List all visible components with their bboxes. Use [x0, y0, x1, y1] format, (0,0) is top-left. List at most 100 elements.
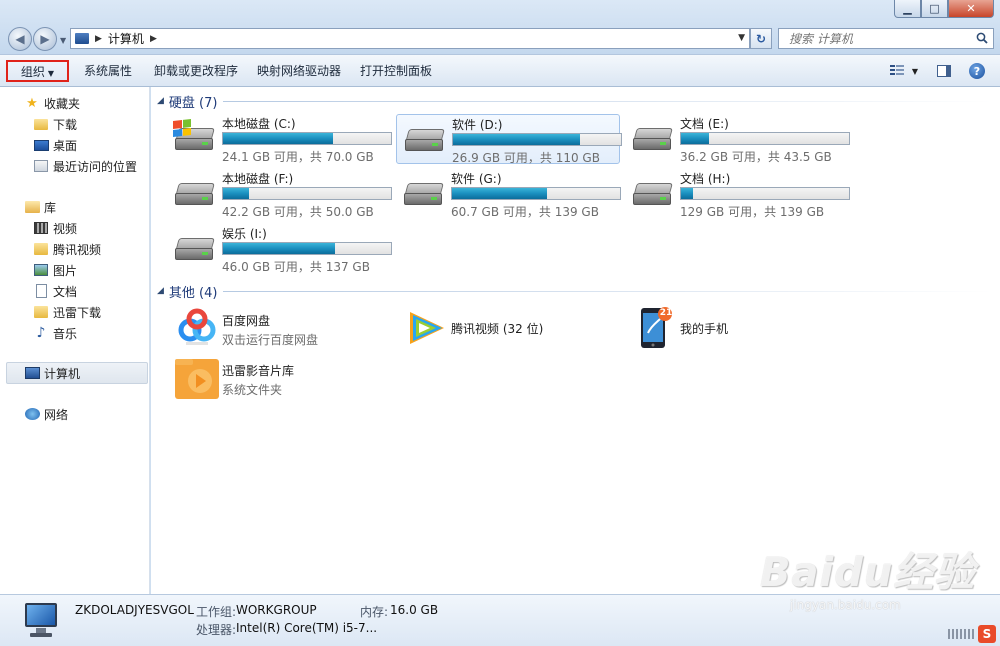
back-arrow-icon: ◀	[15, 32, 25, 46]
drive-item[interactable]: 本地磁盘 (F:) 42.2 GB 可用，共 50.0 GB	[167, 169, 392, 219]
other-item-baidu-netdisk[interactable]: 百度网盘 双击运行百度网盘	[167, 306, 391, 350]
star-icon: ★	[26, 95, 38, 111]
drive-space-info: 42.2 GB 可用，共 50.0 GB	[222, 205, 374, 219]
drive-item[interactable]: 软件 (D:) 26.9 GB 可用，共 110 GB	[396, 114, 622, 165]
drive-name: 文档 (H:)	[680, 172, 731, 186]
sidebar-item-label: 图片	[53, 263, 78, 278]
drive-space-info: 46.0 GB 可用，共 137 GB	[222, 260, 370, 274]
drive-usage-fill	[681, 133, 710, 144]
sidebar-item-documents[interactable]: 文档	[33, 281, 77, 301]
hard-drive-icon	[404, 183, 444, 209]
pictures-icon	[34, 264, 48, 276]
drive-name: 文档 (E:)	[680, 117, 729, 131]
forward-button[interactable]: ▶	[33, 27, 57, 51]
collapse-triangle-icon[interactable]: ◢	[157, 96, 164, 106]
drive-item[interactable]: 本地磁盘 (C:) 24.1 GB 可用，共 70.0 GB	[167, 114, 392, 164]
sidebar-item-downloads[interactable]: 下载	[33, 114, 77, 134]
other-item-description: 系统文件夹	[222, 383, 283, 397]
view-details-icon	[889, 65, 904, 77]
sogou-ime-icon[interactable]: S	[978, 625, 996, 643]
map-network-drive-button[interactable]: 映射网络驱动器	[257, 60, 341, 82]
search-icon[interactable]	[976, 32, 988, 44]
drive-item[interactable]: 文档 (H:) 129 GB 可用，共 139 GB	[625, 169, 850, 219]
preview-pane-button[interactable]	[936, 61, 952, 81]
group-header-hard-drives[interactable]: ◢ 硬盘 (7)	[157, 91, 993, 111]
group-divider	[223, 100, 993, 102]
drive-usage-fill	[681, 188, 694, 199]
collapse-triangle-icon[interactable]: ◢	[157, 286, 164, 296]
sidebar-item-videos[interactable]: 视频	[33, 218, 77, 238]
sidebar-item-computer[interactable]: 计算机	[24, 363, 80, 383]
thunder-folder-icon	[34, 306, 48, 318]
processor-value: Intel(R) Core(TM) i5-7...	[236, 621, 378, 635]
other-item-tencent-video[interactable]: 腾讯视频 (32 位)	[396, 306, 620, 350]
other-item-name: 腾讯视频 (32 位)	[451, 322, 544, 336]
drive-space-info: 129 GB 可用，共 139 GB	[680, 205, 825, 219]
open-control-panel-button[interactable]: 打开控制面板	[360, 60, 432, 82]
baidu-netdisk-icon	[178, 308, 216, 345]
sidebar-item-favorites[interactable]: ★ 收藏夹	[24, 93, 80, 113]
window-controls: ▁ □ ✕	[894, 0, 994, 18]
computer-small-icon	[75, 33, 89, 44]
organize-label: 组织	[20, 65, 45, 79]
recent-places-icon	[34, 160, 48, 172]
sidebar-item-desktop[interactable]: 桌面	[33, 135, 77, 155]
breadcrumb-chevron-icon[interactable]: ▶	[150, 34, 157, 44]
organize-menu-button[interactable]: 组织 ▼	[6, 60, 69, 82]
help-icon: ?	[969, 63, 985, 79]
sidebar-item-network[interactable]: 网络	[24, 404, 68, 424]
system-drive-icon	[173, 119, 215, 154]
uninstall-program-button[interactable]: 卸载或更改程序	[154, 60, 238, 82]
drive-space-info: 24.1 GB 可用，共 70.0 GB	[222, 150, 374, 164]
sidebar-item-pictures[interactable]: 图片	[33, 260, 77, 280]
recent-pages-dropdown[interactable]: ▼	[60, 36, 66, 45]
breadcrumb-computer[interactable]: 计算机	[108, 30, 144, 47]
hard-drive-icon	[405, 129, 445, 155]
sidebar-item-tencent-video[interactable]: 腾讯视频	[33, 239, 101, 259]
drive-item[interactable]: 软件 (G:) 60.7 GB 可用，共 139 GB	[396, 169, 621, 219]
address-history-dropdown[interactable]: ▼	[738, 33, 745, 43]
music-note-icon: ♪	[36, 325, 46, 341]
hard-drive-icon	[633, 183, 673, 209]
workgroup-value: WORKGROUP	[236, 603, 317, 617]
other-item-name: 百度网盘	[222, 314, 271, 328]
system-properties-button[interactable]: 系统属性	[84, 60, 132, 82]
sidebar-item-libraries[interactable]: 库	[24, 197, 56, 217]
tencent-video-folder-icon	[34, 243, 48, 255]
sidebar-item-music[interactable]: ♪ 音乐	[33, 323, 77, 343]
content-pane: ◢ 硬盘 (7) 本地磁盘 (C:) 24.1 GB 可用，共 70.0 GB 软件…	[151, 87, 1000, 594]
documents-icon	[35, 284, 47, 298]
drive-name: 本地磁盘 (F:)	[222, 172, 294, 186]
refresh-button[interactable]: ↻	[750, 28, 772, 49]
group-divider	[223, 290, 993, 292]
view-dropdown-icon[interactable]: ▼	[912, 67, 918, 76]
library-icon	[24, 201, 40, 213]
change-view-button[interactable]: ▼	[886, 61, 922, 81]
help-button[interactable]: ?	[968, 61, 986, 81]
maximize-button[interactable]: □	[921, 0, 948, 18]
breadcrumb-separator-icon[interactable]: ▶	[95, 34, 102, 44]
search-box[interactable]	[778, 28, 994, 49]
drive-usage-fill	[223, 188, 250, 199]
sidebar-item-thunder-downloads[interactable]: 迅雷下载	[33, 302, 101, 322]
search-input[interactable]	[779, 29, 969, 48]
other-item-thunder-library[interactable]: 迅雷影音片库 系统文件夹	[167, 356, 391, 400]
notification-badge: 21	[659, 308, 673, 318]
drive-usage-bar	[680, 132, 850, 145]
close-button[interactable]: ✕	[948, 0, 994, 18]
minimize-button[interactable]: ▁	[894, 0, 921, 18]
drive-usage-bar	[680, 187, 850, 200]
drive-item[interactable]: 文档 (E:) 36.2 GB 可用，共 43.5 GB	[625, 114, 850, 164]
sidebar-item-recent-places[interactable]: 最近访问的位置	[33, 156, 137, 176]
drive-name: 本地磁盘 (C:)	[222, 117, 296, 131]
desktop-icon	[33, 139, 49, 151]
address-bar[interactable]: ▶ 计算机 ▶ ▼	[70, 28, 750, 49]
other-item-my-phone[interactable]: 21 我的手机	[625, 306, 849, 350]
back-button[interactable]: ◀	[8, 27, 32, 51]
hard-drive-icon	[175, 183, 215, 209]
group-header-other[interactable]: ◢ 其他 (4)	[157, 281, 993, 301]
drive-item[interactable]: 娱乐 (I:) 46.0 GB 可用，共 137 GB	[167, 224, 392, 274]
other-item-name: 我的手机	[680, 322, 729, 336]
computer-icon	[24, 367, 40, 379]
resize-gripper-icon[interactable]	[948, 629, 974, 639]
